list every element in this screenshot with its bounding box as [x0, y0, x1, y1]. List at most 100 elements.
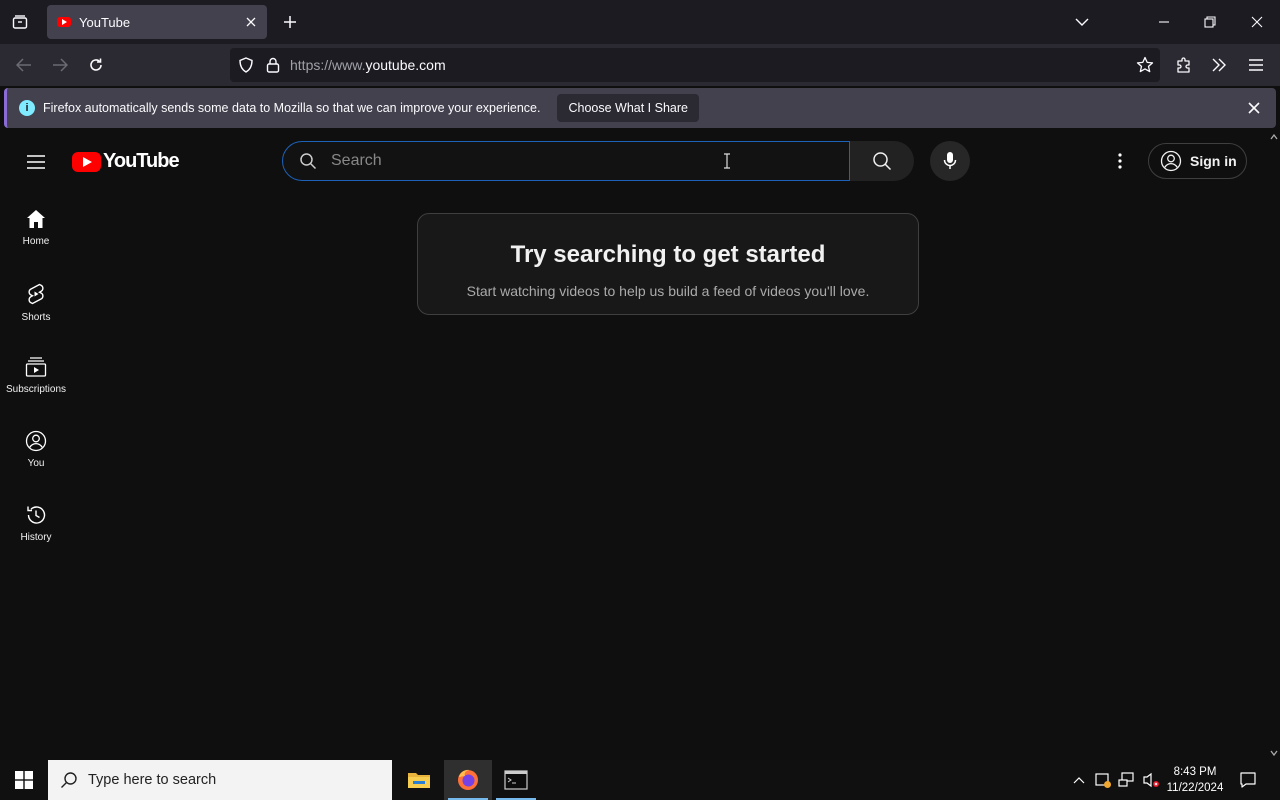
guide-menu-button[interactable]: [20, 146, 52, 178]
text-cursor-icon: [724, 153, 730, 169]
youtube-logo-text: YouTube: [103, 150, 180, 172]
reload-button[interactable]: [82, 51, 110, 79]
guide-item-label: Home: [22, 236, 50, 247]
empty-feed-title: Try searching to get started: [510, 241, 826, 268]
firefox-icon: [458, 769, 478, 790]
taskbar-search-placeholder: Type here to search: [88, 772, 217, 788]
empty-feed-subtitle: Start watching videos to help us build a…: [466, 283, 870, 299]
empty-feed-card: Try searching to get started Start watch…: [417, 213, 919, 315]
guide-item-history[interactable]: History: [0, 498, 72, 572]
url-bar[interactable]: https://www.youtube.com: [230, 48, 1160, 82]
back-button[interactable]: [10, 51, 38, 79]
new-tab-button[interactable]: [278, 10, 302, 34]
youtube-page: YouTube Search Sign in Home Shorts Subsc…: [0, 130, 1268, 760]
notification-close-button[interactable]: [1242, 96, 1266, 120]
extensions-button[interactable]: [1170, 51, 1198, 79]
clock-time: 8:43 PM: [1173, 766, 1217, 778]
minimize-button[interactable]: [1144, 6, 1184, 38]
sign-in-label: Sign in: [1190, 153, 1237, 169]
settings-more-button[interactable]: [1104, 145, 1136, 177]
guide-item-home[interactable]: Home: [0, 202, 72, 276]
hamburger-menu-icon: [1249, 59, 1263, 71]
restore-icon: [1204, 16, 1216, 28]
scroll-up-arrow-icon[interactable]: [1270, 134, 1278, 140]
firefox-view-icon: [12, 15, 28, 29]
guide-item-label: You: [27, 458, 45, 469]
windows-logo-icon: [15, 771, 33, 789]
window-close-button[interactable]: [1237, 6, 1277, 38]
taskbar-firefox[interactable]: [444, 760, 492, 800]
youtube-favicon-icon: [57, 17, 71, 27]
guide-item-you[interactable]: You: [0, 424, 72, 498]
guide-item-shorts[interactable]: Shorts: [0, 276, 72, 350]
chevron-down-icon: [1075, 18, 1089, 26]
file-explorer-icon: [408, 773, 430, 788]
data-collection-notification-bar: i Firefox automatically sends some data …: [4, 88, 1276, 128]
shorts-icon: [28, 283, 44, 305]
overflow-menu-button[interactable]: [1205, 51, 1233, 79]
url-domain: youtube.com: [365, 57, 446, 73]
tab-close-button[interactable]: [239, 10, 263, 34]
close-icon: [246, 17, 256, 27]
taskbar-file-explorer[interactable]: [395, 760, 443, 800]
action-center-button[interactable]: [1234, 760, 1262, 800]
browser-tab-strip: YouTube: [0, 0, 1280, 44]
notifications-icon: [1240, 772, 1256, 788]
close-icon: [1248, 102, 1260, 114]
terminal-icon: [504, 770, 528, 790]
account-circle-icon: [1160, 150, 1182, 172]
tray-security-status[interactable]: [1092, 760, 1114, 800]
page-scrollbar[interactable]: [1268, 130, 1280, 760]
browser-navigation-bar: https://www.youtube.com: [0, 44, 1280, 86]
search-button[interactable]: [850, 141, 914, 181]
show-hidden-icons-button[interactable]: [1068, 760, 1090, 800]
screen: YouTube https://www.youtube.com i Firefo…: [0, 0, 1280, 800]
double-chevron-right-icon: [1212, 58, 1226, 72]
star-icon: [1136, 56, 1154, 73]
reload-icon: [90, 58, 102, 71]
scroll-down-arrow-icon[interactable]: [1270, 750, 1278, 756]
tab-title: YouTube: [79, 14, 131, 30]
info-icon: i: [19, 100, 35, 116]
url-text: https://www.youtube.com: [290, 57, 446, 73]
guide-item-label: History: [20, 532, 52, 543]
search-input[interactable]: Search: [282, 141, 850, 181]
tray-network[interactable]: [1116, 760, 1138, 800]
voice-search-button[interactable]: [930, 141, 970, 181]
notification-message: Firefox automatically sends some data to…: [43, 101, 541, 115]
guide-item-label: Shorts: [21, 312, 51, 323]
arrow-left-icon: [16, 58, 31, 72]
microphone-icon: [943, 152, 957, 169]
sign-in-button[interactable]: Sign in: [1148, 143, 1247, 179]
windows-taskbar: Type here to search 8:43 PM 11/22/2024: [0, 760, 1280, 800]
guide-item-subscriptions[interactable]: Subscriptions: [0, 350, 72, 424]
app-menu-button[interactable]: [1242, 51, 1270, 79]
choose-what-i-share-button[interactable]: Choose What I Share: [557, 94, 699, 122]
url-prefix: https://www.: [290, 57, 366, 73]
search-placeholder: Search: [331, 152, 382, 169]
speaker-muted-icon: [1143, 772, 1159, 788]
taskbar-terminal[interactable]: [492, 760, 540, 800]
tray-volume[interactable]: [1140, 760, 1162, 800]
history-icon: [27, 506, 46, 524]
vertical-dots-icon: [1118, 153, 1122, 169]
bookmark-star-button[interactable]: [1131, 51, 1159, 79]
taskbar-clock[interactable]: 8:43 PM 11/22/2024: [1160, 764, 1230, 796]
taskbar-search-box[interactable]: Type here to search: [48, 760, 392, 800]
minimize-icon: [1159, 21, 1169, 23]
start-button[interactable]: [0, 760, 48, 800]
restore-button[interactable]: [1190, 6, 1230, 38]
tab-youtube[interactable]: YouTube: [47, 5, 267, 39]
lock-icon[interactable]: [266, 57, 280, 73]
youtube-play-logo-icon: [72, 151, 101, 172]
list-all-tabs-button[interactable]: [1062, 6, 1102, 38]
search-icon: [300, 153, 317, 170]
security-warning-icon: [1095, 773, 1111, 788]
hamburger-menu-icon: [27, 155, 45, 169]
tracking-protection-shield-icon[interactable]: [238, 57, 254, 73]
youtube-logo[interactable]: YouTube: [72, 150, 180, 173]
firefox-view-button[interactable]: [6, 9, 34, 35]
chevron-up-icon: [1073, 777, 1085, 784]
subscriptions-icon: [25, 357, 47, 377]
forward-button[interactable]: [46, 51, 74, 79]
